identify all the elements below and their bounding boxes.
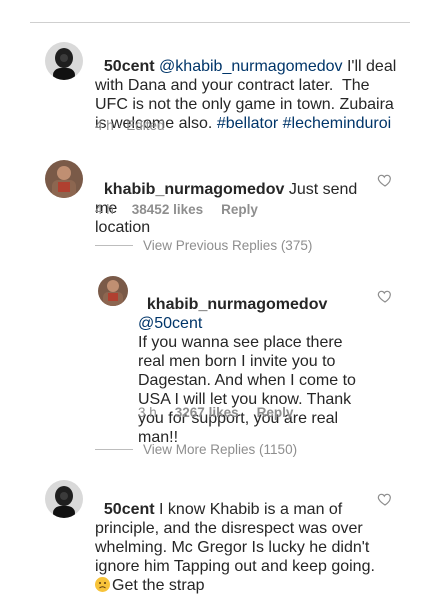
- comment-meta: 4 h · Edited: [95, 118, 165, 133]
- reply-button[interactable]: Reply: [257, 405, 294, 420]
- reply-meta: 3 h 3267 likes Reply: [138, 405, 293, 420]
- reply-time: 3 h: [138, 405, 157, 420]
- view-previous-replies[interactable]: View Previous Replies (375): [95, 238, 312, 253]
- reply-username[interactable]: khabib_nurmagomedov: [147, 296, 327, 313]
- hashtags-link[interactable]: #bellator #lecheminduroi: [217, 115, 391, 132]
- comment-text: khabib_nurmagomedov Just send me locatio…: [95, 161, 375, 237]
- comment-tail: Get the strap: [112, 577, 205, 594]
- comment-username[interactable]: khabib_nurmagomedov: [104, 181, 284, 198]
- top-divider: [30, 22, 410, 23]
- comment-time: 4 h: [95, 118, 114, 133]
- avatar-50cent[interactable]: [45, 480, 83, 518]
- edited-label: Edited: [126, 118, 165, 133]
- avatar-50cent[interactable]: [45, 42, 83, 80]
- reply-text: khabib_nurmagomedov @50cent If you wanna…: [138, 276, 378, 447]
- reply-button[interactable]: Reply: [221, 202, 258, 217]
- avatar-khabib[interactable]: [45, 160, 83, 198]
- heart-outline-icon[interactable]: [377, 172, 393, 188]
- reply-body: If you wanna see place there real men bo…: [138, 334, 356, 446]
- heart-outline-icon[interactable]: [377, 288, 393, 304]
- meta-separator: ·: [117, 118, 123, 133]
- view-previous-label[interactable]: View Previous Replies (375): [143, 238, 312, 253]
- comment-time: 4 h: [95, 202, 114, 217]
- view-more-label[interactable]: View More Replies (1150): [143, 442, 297, 457]
- mention-link[interactable]: @khabib_nurmagomedov: [159, 58, 342, 75]
- replies-line: [95, 449, 133, 450]
- heart-outline-icon[interactable]: [377, 491, 393, 507]
- comment-username[interactable]: 50cent: [104, 58, 155, 75]
- avatar-khabib[interactable]: [98, 276, 128, 306]
- view-more-replies[interactable]: View More Replies (1150): [95, 442, 297, 457]
- likes-count[interactable]: 3267 likes: [175, 405, 239, 420]
- comment-username[interactable]: 50cent: [104, 501, 155, 518]
- comment-meta: 4 h 38452 likes Reply: [95, 202, 258, 217]
- mention-link[interactable]: @50cent: [138, 315, 202, 332]
- comment-text: 50cent I know Khabib is a man of princip…: [95, 481, 385, 595]
- replies-line: [95, 245, 133, 246]
- likes-count[interactable]: 38452 likes: [132, 202, 203, 217]
